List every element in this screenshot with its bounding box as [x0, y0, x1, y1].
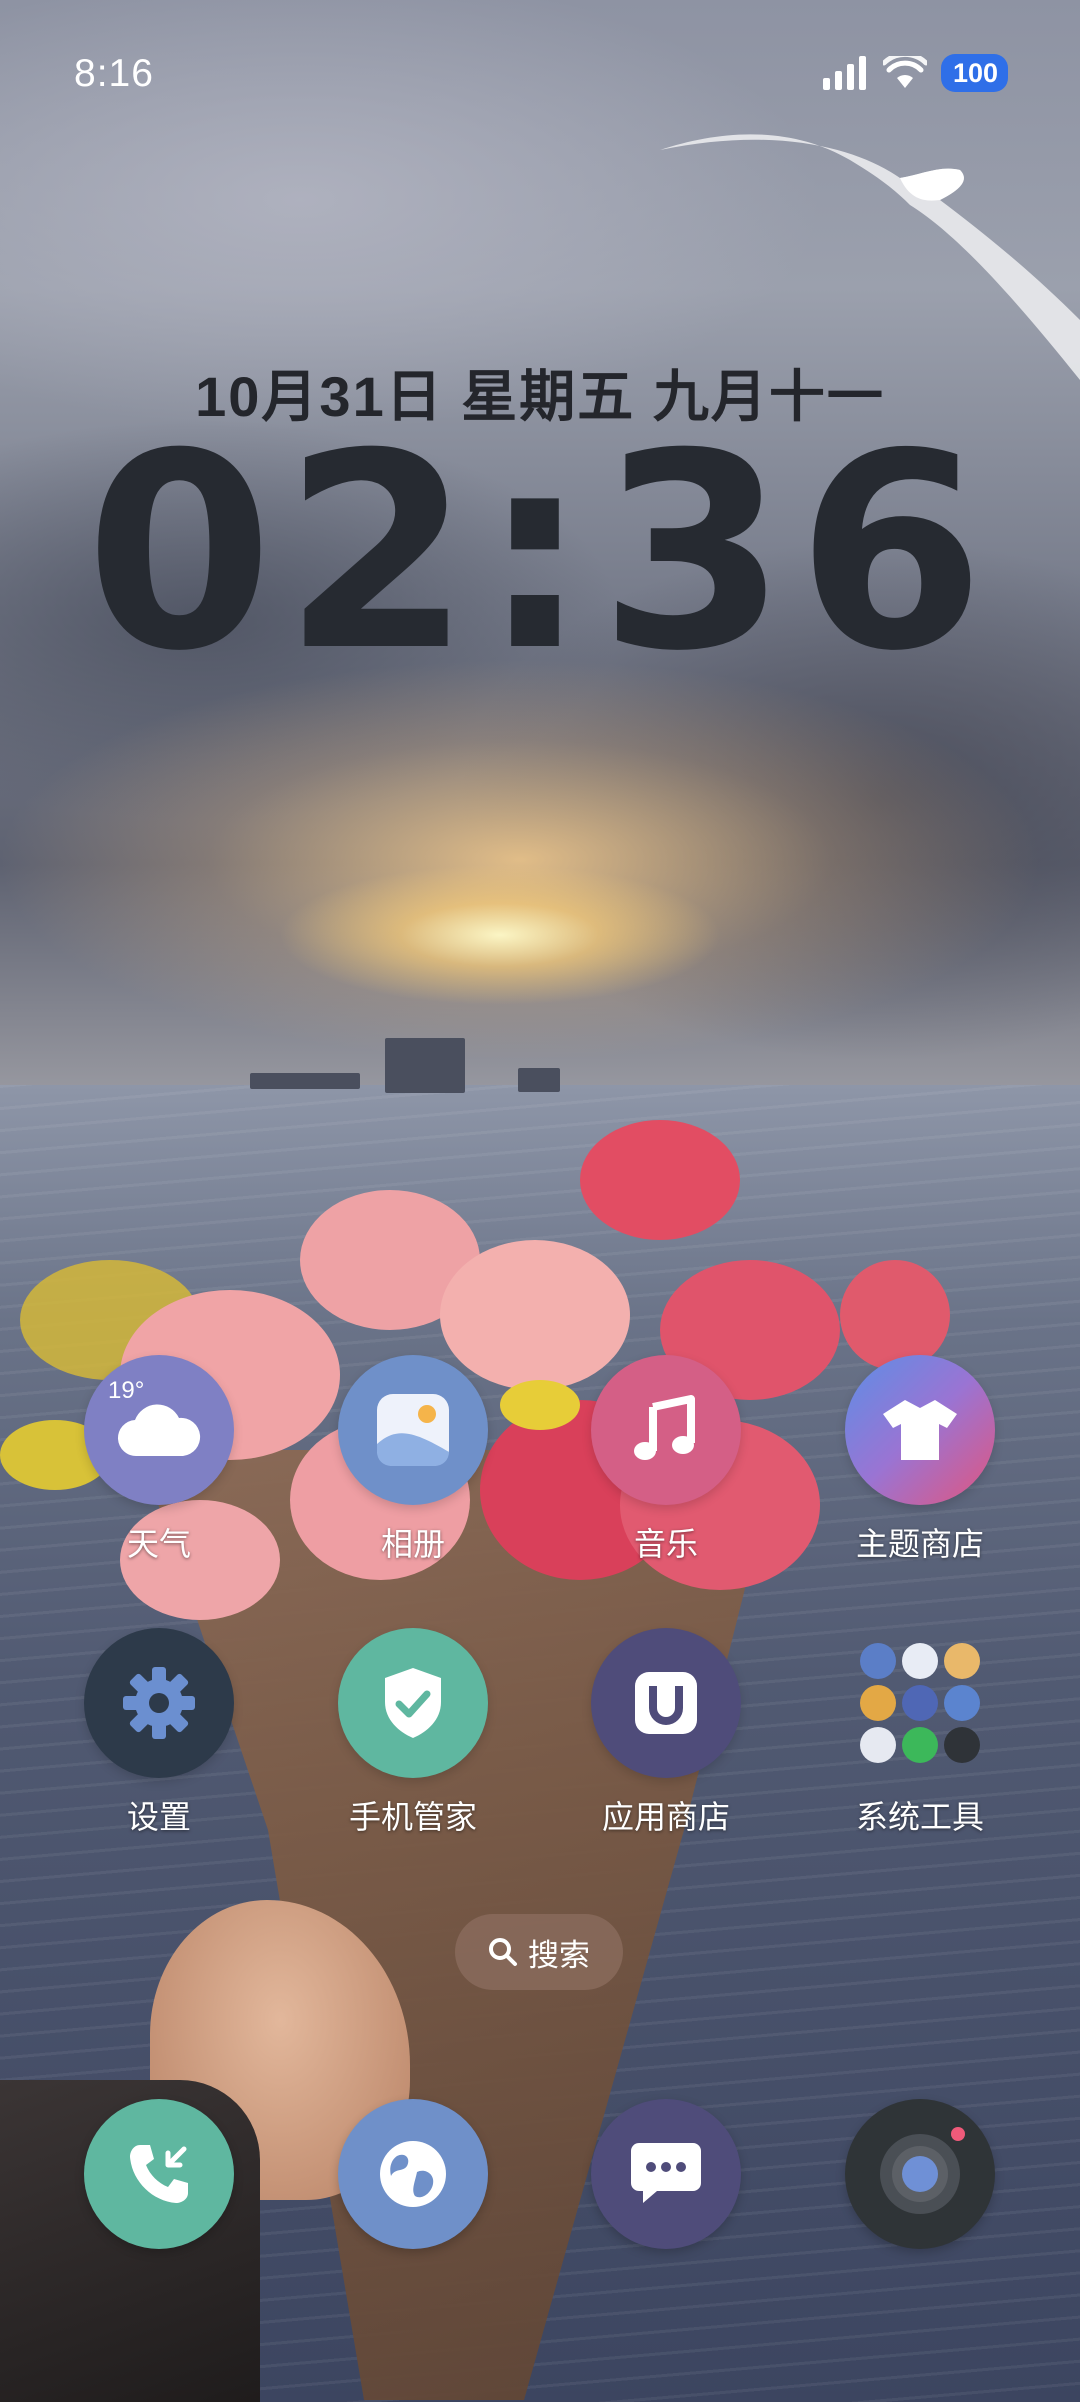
app-label: 相册: [380, 1526, 445, 1562]
dock-camera[interactable]: [845, 2099, 995, 2249]
app-phone-manager[interactable]: 手机管家: [313, 1628, 513, 1838]
wifi-icon: [882, 56, 927, 88]
app-gallery[interactable]: 相册: [313, 1355, 513, 1565]
search-button[interactable]: 搜索: [455, 1914, 623, 1990]
mini-app-icon: [860, 1727, 896, 1763]
gear-icon: [84, 1628, 234, 1778]
mini-app-icon: [902, 1685, 938, 1721]
clock-time[interactable]: 02:36: [0, 418, 1080, 688]
status-icons: 100: [822, 54, 1008, 92]
shield-check-icon: [338, 1628, 488, 1778]
browser-globe-icon: [380, 2141, 446, 2207]
weather-temperature: 19°: [108, 1377, 145, 1404]
app-theme-store[interactable]: 主题商店: [820, 1355, 1020, 1565]
weather-cloud-icon: 19°: [84, 1355, 234, 1505]
app-label: 应用商店: [601, 1799, 730, 1835]
ship-silhouette: [250, 1073, 360, 1089]
dock-browser[interactable]: [338, 2099, 488, 2249]
seagull-image: [660, 134, 1080, 380]
music-note-icon: [591, 1355, 741, 1505]
app-weather[interactable]: 19° 天气: [59, 1355, 259, 1565]
mini-app-icon: [944, 1643, 980, 1679]
dock-messages[interactable]: [591, 2099, 741, 2249]
gallery-icon: [338, 1355, 488, 1505]
camera-icon: [880, 2127, 965, 2214]
app-store-icon: [591, 1628, 741, 1778]
status-time: 8:16: [74, 52, 154, 95]
mini-app-icon: [860, 1643, 896, 1679]
ship-silhouette: [385, 1038, 465, 1093]
app-label: 手机管家: [348, 1799, 477, 1835]
status-bar: 8:16 100: [0, 0, 1080, 150]
app-label: 主题商店: [855, 1526, 984, 1562]
app-music[interactable]: 音乐: [566, 1355, 766, 1565]
app-label: 系统工具: [855, 1799, 984, 1835]
mini-app-icon: [944, 1727, 980, 1763]
signal-icon: [822, 56, 866, 90]
messages-icon: [631, 2143, 701, 2203]
app-label: 设置: [126, 1799, 191, 1835]
folder-icon: [845, 1628, 995, 1778]
mini-app-icon: [944, 1685, 980, 1721]
theme-shirt-icon: [845, 1355, 995, 1505]
app-label: 天气: [126, 1526, 191, 1562]
dock-phone[interactable]: [84, 2099, 234, 2249]
phone-icon: [130, 2145, 188, 2203]
battery-level: 100: [952, 58, 998, 88]
battery-icon: 100: [940, 54, 1008, 92]
mini-app-icon: [860, 1685, 896, 1721]
folder-system-tools[interactable]: 系统工具: [820, 1628, 1020, 1838]
search-label: 搜索: [528, 1937, 590, 1973]
app-label: 音乐: [633, 1526, 698, 1562]
search-icon: [489, 1938, 517, 1966]
app-settings[interactable]: 设置: [59, 1628, 259, 1838]
mini-app-icon: [902, 1727, 938, 1763]
app-app-store[interactable]: 应用商店: [566, 1628, 766, 1838]
mini-app-icon: [902, 1643, 938, 1679]
ship-silhouette: [518, 1068, 560, 1092]
